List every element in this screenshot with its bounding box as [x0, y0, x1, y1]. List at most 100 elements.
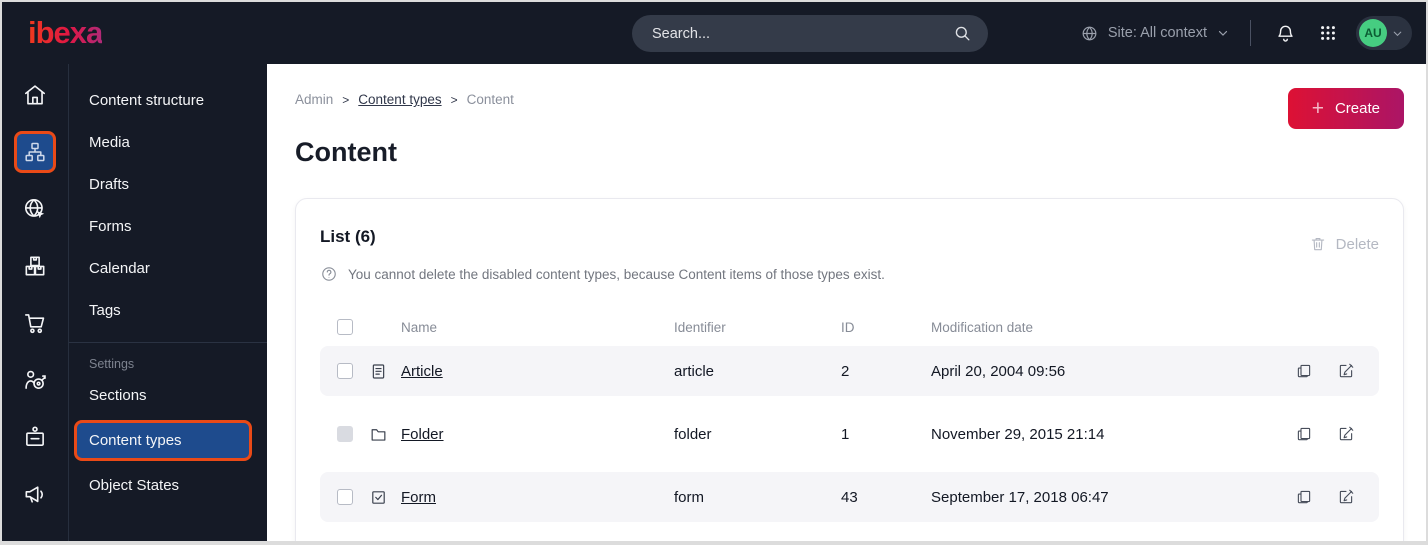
copy-icon	[1295, 362, 1313, 380]
sidebar-item-content-types[interactable]: Content types	[74, 420, 252, 461]
copy-button[interactable]	[1295, 425, 1313, 443]
breadcrumb-item-content-types[interactable]: Content types	[358, 92, 441, 107]
app-window: ibexa Site: All context	[0, 0, 1428, 545]
row-checkbox[interactable]	[336, 489, 353, 505]
content-types-table: Name Identifier ID Modification date Art…	[320, 310, 1379, 522]
search-icon[interactable]	[953, 24, 972, 43]
breadcrumb-item-content: Content	[466, 92, 514, 107]
site-context-label: Site: All context	[1107, 25, 1207, 41]
column-header-identifier: Identifier	[674, 319, 726, 335]
plus-icon: +	[1311, 97, 1324, 120]
sidebar-settings-label: Settings	[89, 357, 135, 371]
products-boxes-icon	[22, 253, 48, 279]
bell-icon	[1275, 23, 1296, 44]
edit-icon	[1337, 362, 1355, 380]
copy-icon	[1295, 425, 1313, 443]
app-switcher-button[interactable]	[1314, 19, 1342, 47]
copy-button[interactable]	[1295, 362, 1313, 380]
edit-button[interactable]	[1337, 362, 1355, 380]
sidebar-item-media[interactable]: Media	[69, 122, 267, 163]
sidebar-item-tags[interactable]: Tags	[69, 290, 267, 331]
form-icon	[369, 488, 401, 507]
column-header-id: ID	[841, 319, 855, 335]
main-content: Admin > Content types > Content + Create…	[267, 64, 1426, 541]
rail-item-dashboard[interactable]	[14, 74, 56, 116]
cell-id: 43	[841, 488, 858, 506]
row-checkbox-disabled	[336, 426, 353, 442]
ibexa-logo[interactable]: ibexa	[28, 15, 103, 51]
topbar: ibexa Site: All context	[2, 2, 1426, 64]
row-checkbox[interactable]	[336, 363, 353, 379]
sidebar-item-calendar[interactable]: Calendar	[69, 248, 267, 289]
copy-button[interactable]	[1295, 488, 1313, 506]
list-help: You cannot delete the disabled content t…	[320, 265, 1379, 283]
sidebar-item-content-structure[interactable]: Content structure	[69, 80, 267, 121]
cell-modification-date: November 29, 2015 21:14	[931, 425, 1105, 443]
delete-button-label: Delete	[1335, 235, 1379, 253]
rail-item-personalization[interactable]	[14, 359, 56, 401]
rail-item-promotions[interactable]	[14, 473, 56, 515]
table-row-form: Form form 43 September 17, 2018 06:47	[320, 472, 1379, 522]
content-type-link[interactable]: Folder	[401, 426, 444, 443]
list-title: List (6)	[320, 227, 376, 246]
topbar-right-cluster: Site: All context AU	[1080, 2, 1412, 64]
avatar: AU	[1359, 19, 1387, 47]
edit-icon	[1337, 488, 1355, 506]
cell-id: 2	[841, 362, 850, 380]
sidebar-menu: Content structure Media Drafts Forms Cal…	[69, 64, 267, 541]
global-search[interactable]	[632, 15, 988, 52]
app-grid-icon	[1318, 23, 1338, 43]
column-header-name: Name	[401, 319, 438, 335]
breadcrumb-separator: >	[450, 92, 458, 107]
rail-item-commerce[interactable]	[14, 302, 56, 344]
select-all-checkbox[interactable]	[336, 319, 353, 335]
content-type-link[interactable]: Form	[401, 489, 436, 506]
article-icon	[369, 362, 401, 381]
chevron-down-icon	[1216, 26, 1230, 40]
megaphone-icon	[22, 481, 48, 507]
search-input[interactable]	[652, 25, 953, 42]
edit-button[interactable]	[1337, 488, 1355, 506]
admin-badge-icon	[22, 424, 48, 450]
cell-modification-date: September 17, 2018 06:47	[931, 488, 1109, 506]
rail-item-admin[interactable]	[14, 416, 56, 458]
notifications-button[interactable]	[1271, 19, 1300, 48]
create-button[interactable]: + Create	[1287, 88, 1404, 129]
personalization-target-icon	[22, 367, 48, 393]
topbar-divider	[1250, 20, 1251, 46]
cell-modification-date: April 20, 2004 09:56	[931, 362, 1066, 380]
table-row-folder: Folder folder 1 November 29, 2015 21:14	[320, 409, 1379, 459]
sidebar-item-sections[interactable]: Sections	[69, 375, 267, 416]
trash-icon	[1309, 235, 1327, 253]
list-help-text: You cannot delete the disabled content t…	[348, 266, 885, 282]
breadcrumb-separator: >	[342, 92, 350, 107]
site-context-selector[interactable]: Site: All context	[1080, 24, 1230, 43]
cart-icon	[22, 310, 48, 336]
sidebar-item-object-states[interactable]: Object States	[69, 465, 267, 506]
rail-item-content[interactable]	[14, 131, 56, 173]
rail-item-products[interactable]	[14, 245, 56, 287]
copy-icon	[1295, 488, 1313, 506]
page-title: Content	[295, 137, 397, 167]
rail-item-site[interactable]	[14, 188, 56, 230]
home-icon	[22, 82, 48, 108]
globe-icon	[1080, 24, 1099, 43]
content-type-link[interactable]: Article	[401, 363, 443, 380]
breadcrumb: Admin > Content types > Content	[267, 64, 1426, 107]
sidebar-settings-section: Settings Sections Content types Object S…	[69, 342, 267, 507]
delete-button[interactable]: Delete	[1309, 235, 1379, 253]
user-menu[interactable]: AU	[1356, 16, 1412, 50]
cell-identifier: form	[674, 488, 704, 506]
edit-icon	[1337, 425, 1355, 443]
chevron-down-icon	[1391, 27, 1404, 40]
column-header-modification-date: Modification date	[931, 319, 1034, 335]
table-header-row: Name Identifier ID Modification date	[320, 310, 1379, 344]
sidebar-item-drafts[interactable]: Drafts	[69, 164, 267, 205]
content-types-list-panel: List (6) Delete You cannot delete the di…	[295, 198, 1404, 541]
cell-id: 1	[841, 425, 850, 443]
edit-button[interactable]	[1337, 425, 1355, 443]
sidebar-item-forms[interactable]: Forms	[69, 206, 267, 247]
folder-icon	[369, 425, 401, 444]
site-globe-icon	[22, 196, 48, 222]
breadcrumb-item-admin: Admin	[295, 92, 334, 107]
